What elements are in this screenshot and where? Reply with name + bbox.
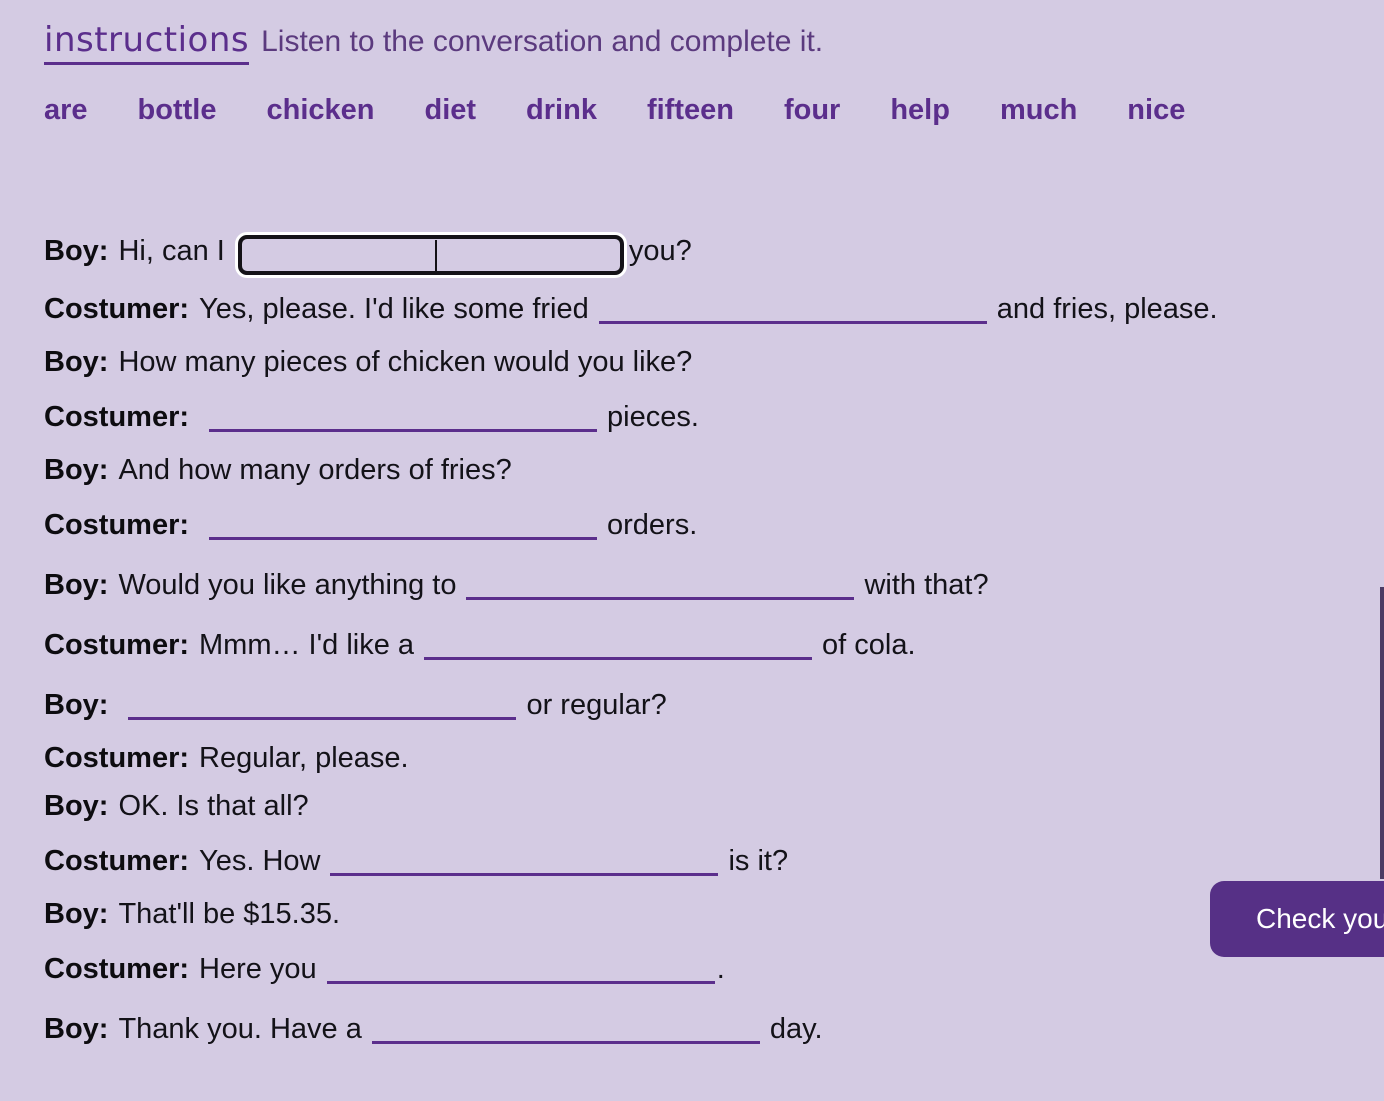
dialogue-line: Costumer: Here you . (44, 948, 1364, 1008)
word-bank-item[interactable]: fifteen (647, 94, 734, 127)
speaker-label: Boy: (44, 569, 109, 601)
speaker-label: Costumer: (44, 293, 190, 325)
line-text-after: you? (628, 234, 692, 267)
exercise-page: Instructions Listen to the conversation … (0, 0, 1384, 1101)
speaker-label: Boy: (44, 454, 109, 486)
word-bank-item[interactable]: bottle (138, 94, 217, 127)
text-caret (434, 240, 437, 272)
dialogue-line: Costumer: Yes. How is it? (44, 840, 1364, 900)
line-text-after: and fries, please. (996, 293, 1218, 325)
answer-blank-2[interactable] (598, 294, 987, 324)
dialogue-line: Costumer: Regular, please. (44, 744, 1364, 792)
dialogue-line: Boy: or regular? (44, 684, 1364, 744)
speaker-label: Costumer: (44, 509, 190, 541)
speaker-label: Costumer: (44, 742, 190, 774)
dialogue-line: Costumer: Mmm… I'd like a of cola. (44, 624, 1364, 684)
speaker-label: Boy: (44, 790, 109, 822)
answer-blank-8[interactable] (330, 846, 719, 876)
dialogue-line: Boy: How many pieces of chicken would yo… (44, 348, 1364, 396)
instructions-row: Instructions Listen to the conversation … (44, 20, 823, 65)
word-bank-item[interactable]: four (784, 94, 840, 127)
line-text-after: is it? (728, 845, 789, 877)
speaker-label: Costumer: (44, 401, 190, 433)
line-text-before: Yes, please. I'd like some fried (199, 293, 589, 325)
line-text-after: . (716, 953, 725, 985)
check-answers-button[interactable]: Check your answers (1210, 881, 1384, 957)
dialogue-line: Boy: Thank you. Have a day. (44, 1008, 1364, 1068)
dialogue-line: Boy: That'll be $15.35. (44, 900, 1364, 948)
line-text-after: or regular? (526, 689, 667, 721)
word-bank-item[interactable]: chicken (266, 94, 374, 127)
line-text-before: How many pieces of chicken would you lik… (118, 346, 693, 378)
dialogue-line: Boy: OK. Is that all? (44, 792, 1364, 840)
dialogue-line: Costumer: pieces. (44, 396, 1364, 456)
word-bank-item[interactable]: drink (526, 94, 597, 127)
dialogue-line: Boy: Would you like anything to with tha… (44, 564, 1364, 624)
word-bank-item[interactable]: are (44, 94, 88, 127)
word-bank-item[interactable]: much (1000, 94, 1077, 127)
answer-blank-7[interactable] (128, 690, 517, 720)
line-text-before: OK. Is that all? (118, 790, 309, 822)
vertical-scrollbar[interactable] (1380, 587, 1384, 879)
line-text-before: That'll be $15.35. (118, 898, 341, 930)
word-bank-item[interactable]: diet (424, 94, 476, 127)
answer-input-wrapper (234, 232, 627, 278)
answer-input-1[interactable] (237, 235, 624, 275)
instructions-label: Instructions (44, 20, 250, 65)
answer-blank-5[interactable] (466, 570, 855, 600)
line-text-before: And how many orders of fries? (118, 454, 512, 486)
line-text-before: Hi, can I (118, 234, 225, 267)
line-text-after: with that? (864, 569, 989, 601)
speaker-label: Boy: (44, 234, 109, 267)
dialogue-line: Costumer: orders. (44, 504, 1364, 564)
line-text-before: Yes. How (199, 845, 321, 877)
line-text-before: Regular, please. (199, 742, 409, 774)
answer-blank-10[interactable] (371, 1014, 760, 1044)
dialogue-line: Boy: And how many orders of fries? (44, 456, 1364, 504)
word-bank: are bottle chicken diet drink fifteen fo… (44, 94, 1185, 127)
answer-blank-6[interactable] (424, 630, 813, 660)
speaker-label: Costumer: (44, 953, 190, 985)
answer-blank-4[interactable] (209, 510, 598, 540)
line-text-before: Here you (199, 953, 317, 985)
answer-blank-3[interactable] (209, 402, 598, 432)
dialogue-list: Boy: Hi, can I you? Costumer: Yes, pleas… (44, 228, 1364, 1068)
word-bank-item[interactable]: help (890, 94, 950, 127)
line-text-after: of cola. (822, 629, 916, 661)
line-text-after: day. (769, 1013, 823, 1045)
line-text-after: pieces. (607, 401, 699, 433)
line-text-before: Mmm… I'd like a (199, 629, 415, 661)
word-bank-item[interactable]: nice (1127, 94, 1185, 127)
speaker-label: Costumer: (44, 629, 190, 661)
speaker-label: Boy: (44, 689, 109, 721)
dialogue-line: Costumer: Yes, please. I'd like some fri… (44, 288, 1364, 348)
line-text-before: Would you like anything to (118, 569, 457, 601)
answer-blank-9[interactable] (326, 954, 715, 984)
line-text-after: orders. (607, 509, 698, 541)
speaker-label: Boy: (44, 1013, 109, 1045)
speaker-label: Boy: (44, 346, 109, 378)
speaker-label: Costumer: (44, 845, 190, 877)
instructions-text: Listen to the conversation and complete … (261, 25, 824, 58)
speaker-label: Boy: (44, 898, 109, 930)
line-text-before: Thank you. Have a (118, 1013, 362, 1045)
dialogue-line: Boy: Hi, can I you? (44, 228, 1364, 288)
